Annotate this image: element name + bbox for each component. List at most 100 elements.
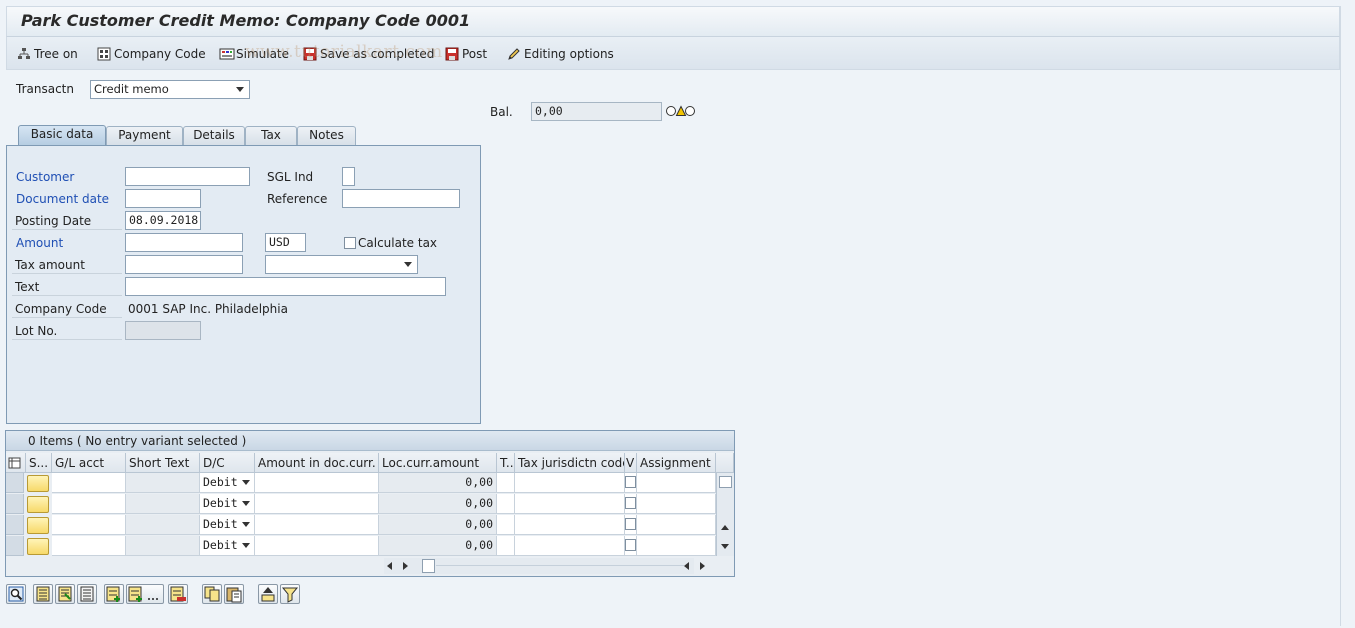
v-checkbox[interactable] [625, 518, 636, 530]
column-header-assignment[interactable]: Assignment [637, 453, 716, 473]
row-selector[interactable] [6, 473, 24, 493]
details-icon[interactable] [6, 584, 26, 604]
v-checkbox[interactable] [625, 539, 636, 551]
assignment-cell[interactable] [637, 494, 716, 514]
amount-doc-curr-cell[interactable] [255, 494, 379, 514]
chevron-down-icon[interactable] [242, 501, 250, 506]
tax-amount-input[interactable] [125, 255, 243, 274]
short-text-cell[interactable] [126, 536, 200, 556]
filter-icon[interactable] [280, 584, 300, 604]
assignment-cell[interactable] [637, 515, 716, 535]
sgl-ind-input[interactable] [342, 167, 355, 186]
delete-row-icon[interactable] [168, 584, 188, 604]
document-date-input[interactable] [125, 189, 201, 208]
save-as-completed-button[interactable]: Save as completed [303, 45, 434, 63]
dc-cell[interactable]: Debit [200, 494, 255, 514]
dc-cell[interactable]: Debit [200, 536, 255, 556]
editing-options-button[interactable]: Editing options [507, 45, 614, 63]
simulate-button[interactable]: Simulate [219, 45, 289, 63]
tab-basic-data[interactable]: Basic data [18, 125, 106, 145]
amount-doc-curr-cell[interactable] [255, 473, 379, 493]
row-status-button[interactable] [27, 517, 49, 534]
insert-multiple-rows-button[interactable] [126, 584, 164, 604]
short-text-cell[interactable] [126, 473, 200, 493]
vertical-scroll-thumb[interactable] [719, 476, 732, 488]
row-selector[interactable] [6, 515, 24, 535]
row-status-button[interactable] [27, 538, 49, 555]
scroll-down-icon[interactable] [721, 544, 729, 549]
tax-code-cell[interactable] [497, 494, 515, 514]
deselect-all-icon[interactable] [77, 584, 97, 604]
dc-cell[interactable]: Debit [200, 515, 255, 535]
column-header-status[interactable]: S... [26, 453, 52, 473]
assignment-cell[interactable] [637, 536, 716, 556]
v-cell[interactable] [625, 473, 637, 493]
row-selector[interactable] [6, 536, 24, 556]
tab-payment[interactable]: Payment [106, 126, 183, 145]
gl-acct-cell[interactable] [52, 473, 126, 493]
gl-acct-cell[interactable] [52, 536, 126, 556]
tax-code-cell[interactable] [497, 536, 515, 556]
chevron-down-icon[interactable] [242, 522, 250, 527]
select-all-icon[interactable] [33, 584, 53, 604]
scroll-left-icon[interactable] [387, 562, 392, 570]
table-settings-icon[interactable] [6, 453, 26, 473]
tax-jurisdiction-cell[interactable] [515, 536, 625, 556]
transaction-select[interactable]: Credit memo [90, 80, 250, 99]
column-header-loc-curr-amount[interactable]: Loc.curr.amount [379, 453, 497, 473]
currency-input[interactable]: USD [265, 233, 306, 252]
short-text-cell[interactable] [126, 494, 200, 514]
v-cell[interactable] [625, 515, 637, 535]
sort-icon[interactable] [258, 584, 278, 604]
chevron-down-icon[interactable] [242, 543, 250, 548]
row-selector[interactable] [6, 494, 24, 514]
column-header-tax-code[interactable]: T.. [497, 453, 515, 473]
vertical-scrollbar[interactable] [716, 473, 734, 556]
scroll-right-icon-2[interactable] [700, 562, 705, 570]
amount-doc-curr-cell[interactable] [255, 515, 379, 535]
gl-acct-cell[interactable] [52, 494, 126, 514]
tax-jurisdiction-cell[interactable] [515, 515, 625, 535]
column-header-amount-doc-curr[interactable]: Amount in doc.curr. [255, 453, 379, 473]
dc-cell[interactable]: Debit [200, 473, 255, 493]
gl-acct-cell[interactable] [52, 515, 126, 535]
tab-notes[interactable]: Notes [297, 126, 356, 145]
tab-tax[interactable]: Tax [245, 126, 297, 145]
amount-doc-curr-cell[interactable] [255, 536, 379, 556]
tax-jurisdiction-cell[interactable] [515, 473, 625, 493]
tax-jurisdiction-cell[interactable] [515, 494, 625, 514]
row-status-button[interactable] [27, 475, 49, 492]
column-header-gl-acct[interactable]: G/L acct [52, 453, 126, 473]
v-checkbox[interactable] [625, 476, 636, 488]
customer-input[interactable] [125, 167, 250, 186]
paste-icon[interactable] [224, 584, 244, 604]
amount-input[interactable] [125, 233, 243, 252]
posting-date-input[interactable]: 08.09.2018 [125, 211, 201, 230]
tax-code-cell[interactable] [497, 515, 515, 535]
company-code-button[interactable]: Company Code [97, 45, 206, 63]
column-header-v[interactable]: V [625, 453, 637, 473]
v-checkbox[interactable] [625, 497, 636, 509]
reference-input[interactable] [342, 189, 460, 208]
short-text-cell[interactable] [126, 515, 200, 535]
tab-details[interactable]: Details [183, 126, 245, 145]
tax-code-cell[interactable] [497, 473, 515, 493]
assignment-cell[interactable] [637, 473, 716, 493]
column-header-dc[interactable]: D/C [200, 453, 255, 473]
post-button[interactable]: Post [445, 45, 487, 63]
select-block-icon[interactable] [55, 584, 75, 604]
calculate-tax-checkbox[interactable] [344, 237, 356, 249]
tree-on-button[interactable]: Tree on [17, 45, 78, 63]
text-input[interactable] [125, 277, 446, 296]
insert-row-icon[interactable] [104, 584, 124, 604]
horizontal-scroll-thumb[interactable] [422, 559, 435, 573]
tax-code-select[interactable] [265, 255, 418, 274]
horizontal-scrollbar[interactable] [384, 558, 694, 574]
copy-icon[interactable] [202, 584, 222, 604]
chevron-down-icon[interactable] [242, 480, 250, 485]
scroll-up-icon[interactable] [721, 525, 729, 530]
row-status-button[interactable] [27, 496, 49, 513]
column-header-tax-jurisdiction[interactable]: Tax jurisdictn code [515, 453, 625, 473]
v-cell[interactable] [625, 494, 637, 514]
column-header-short-text[interactable]: Short Text [126, 453, 200, 473]
